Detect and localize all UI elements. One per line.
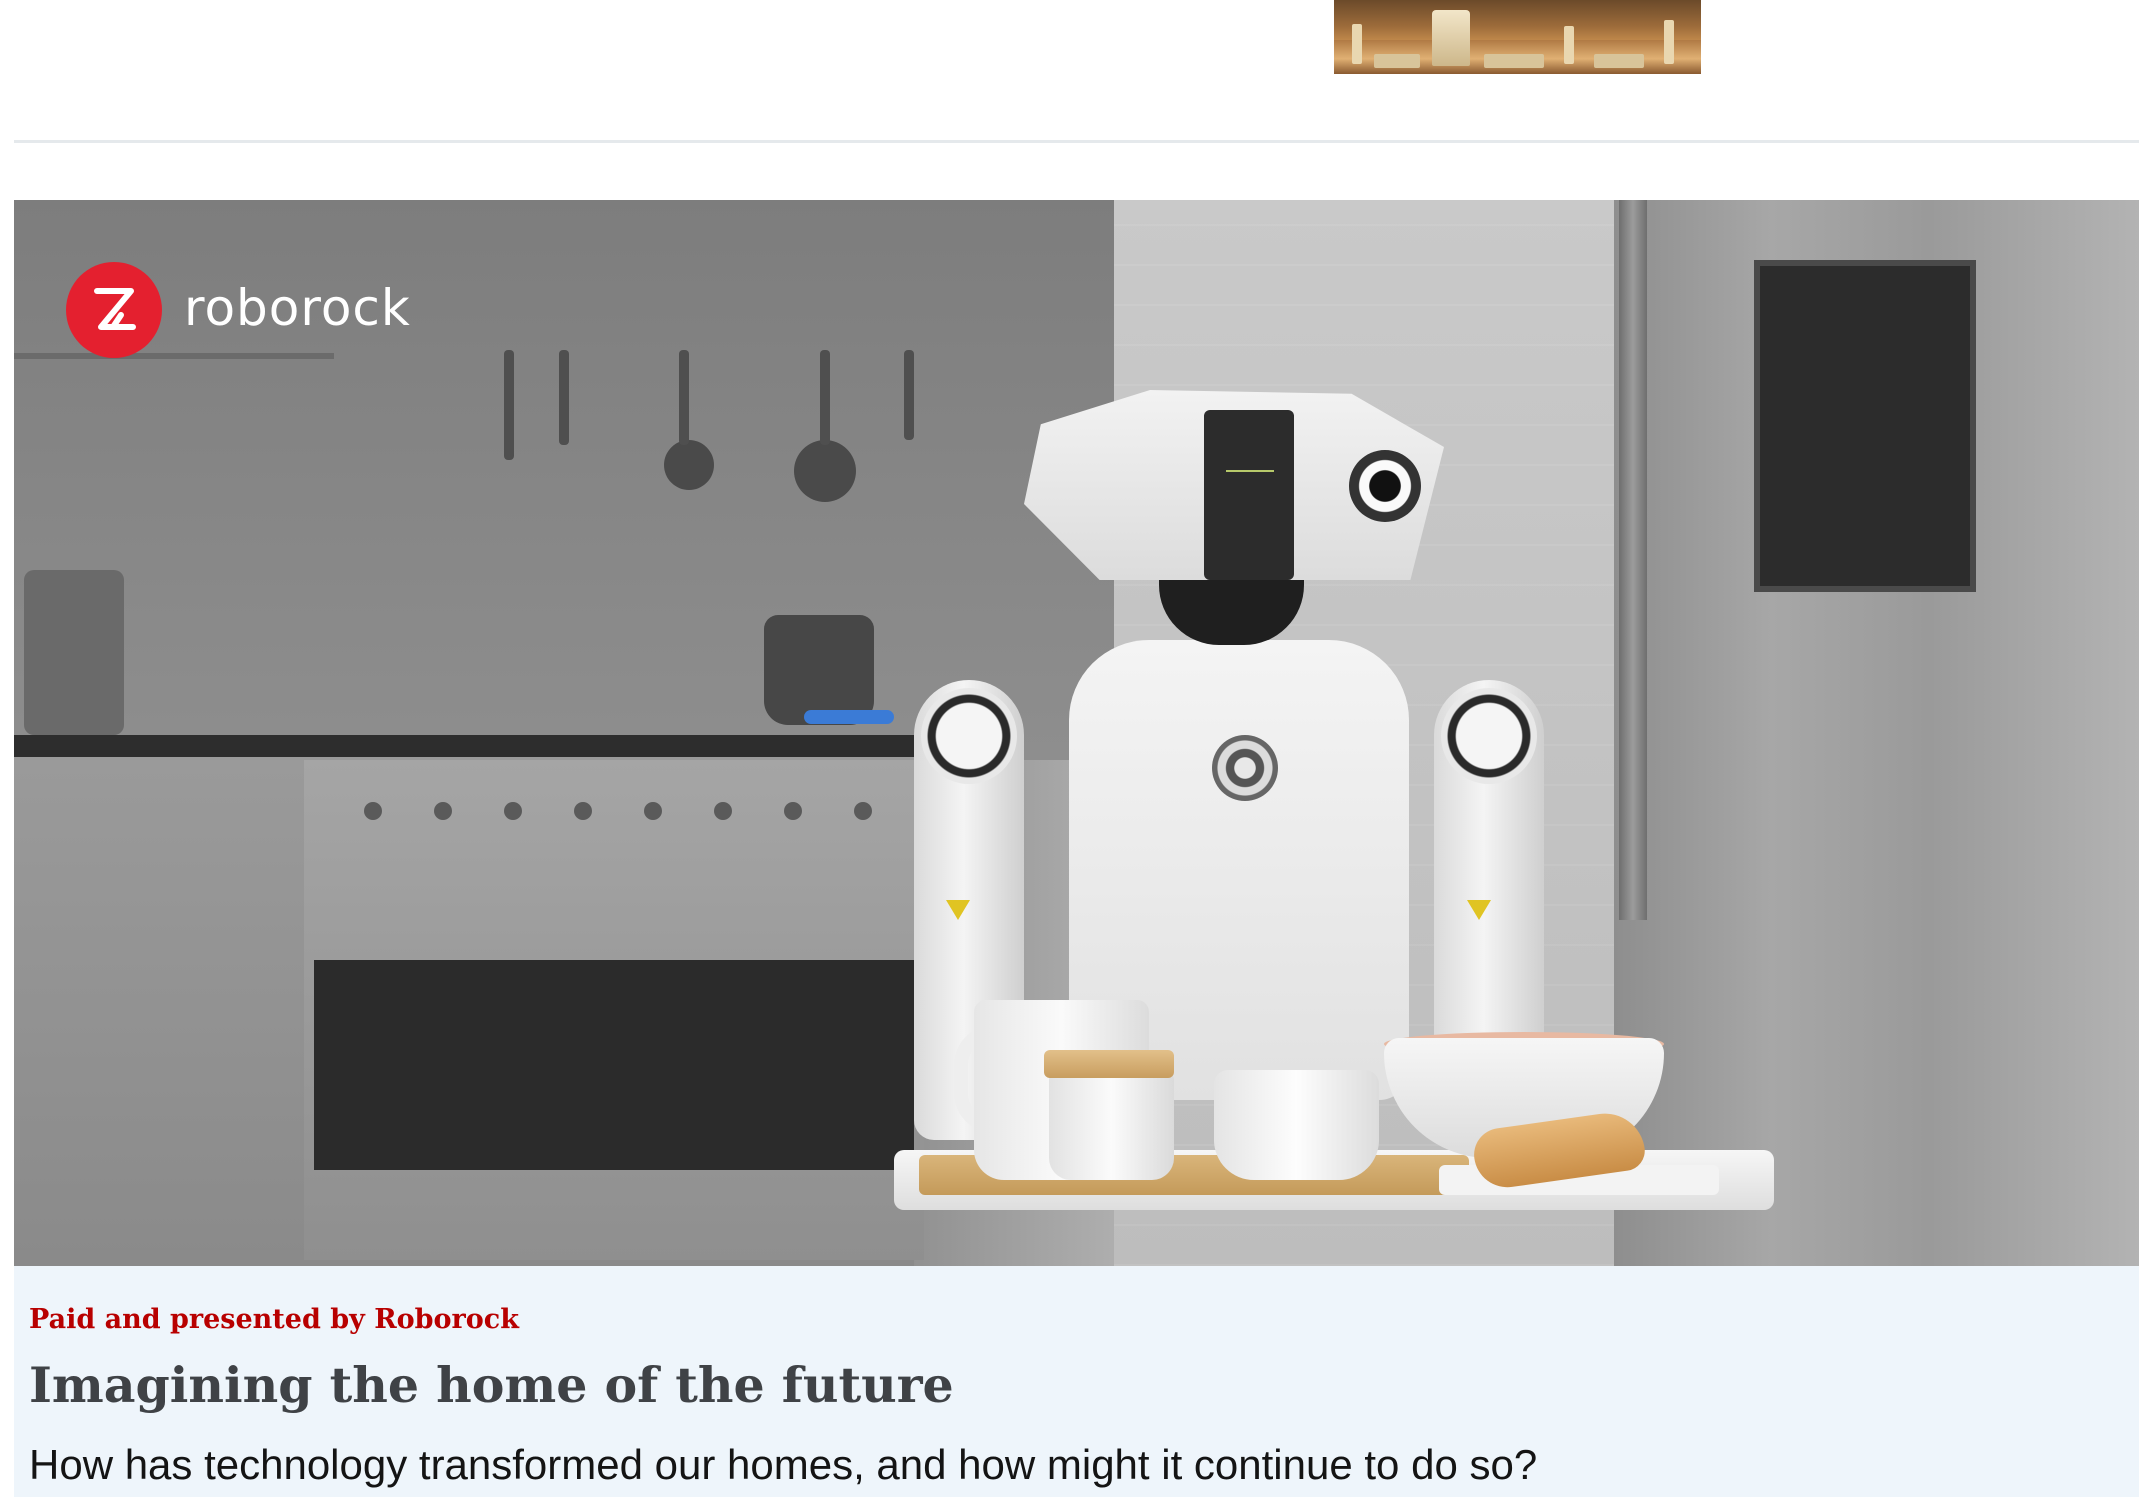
robot-visor — [1204, 410, 1294, 580]
oven-knob — [854, 802, 872, 820]
top-ad-thumbnail[interactable] — [1334, 0, 1701, 74]
section-divider — [14, 140, 2139, 143]
robot-camera-eye — [1349, 450, 1421, 522]
oven-knob — [574, 802, 592, 820]
warning-label-icon — [1467, 900, 1491, 920]
robot-visor-light — [1226, 470, 1274, 472]
oven-knob — [364, 802, 382, 820]
hanging-utensil — [504, 350, 514, 460]
sponsored-promo-card[interactable]: roborock Paid and presented by Roborock … — [14, 200, 2139, 1497]
promo-hero-image[interactable]: roborock — [14, 200, 2139, 1266]
promo-headline[interactable]: Imagining the home of the future — [29, 1355, 954, 1416]
ad-cake-tower — [1432, 10, 1470, 66]
oven-knob — [644, 802, 662, 820]
roborock-glyph-icon — [94, 288, 136, 330]
robot-right-shoulder — [1441, 688, 1537, 784]
ad-bench — [1594, 54, 1644, 68]
ad-chair — [1352, 24, 1362, 64]
ad-bench — [1484, 54, 1544, 68]
fridge-dispenser — [1754, 260, 1976, 592]
promo-summary: How has technology transformed our homes… — [29, 1441, 1538, 1488]
oven-knob — [714, 802, 732, 820]
robot-left-shoulder — [921, 688, 1017, 784]
warning-label-icon — [946, 900, 970, 920]
hanging-utensil — [820, 350, 830, 445]
oven-knob — [504, 802, 522, 820]
brand-logo: roborock — [66, 262, 411, 358]
oven-knob — [434, 802, 452, 820]
sugar-jar-lid — [1044, 1050, 1174, 1078]
ad-chair — [1564, 26, 1574, 64]
hanging-pan — [794, 440, 856, 502]
brand-name: roborock — [184, 279, 411, 337]
ad-bench — [1374, 54, 1420, 68]
robot-chest-emblem-icon — [1212, 735, 1278, 801]
oven-knob — [784, 802, 802, 820]
kitchen-canister — [24, 570, 124, 735]
hanging-utensil — [559, 350, 569, 445]
stove-indicator — [804, 710, 894, 724]
cooking-pot — [764, 615, 874, 725]
hanging-utensil — [904, 350, 914, 440]
fridge-handle — [1619, 200, 1647, 920]
countertop — [14, 735, 914, 757]
sponsor-label: Paid and presented by Roborock — [29, 1304, 519, 1335]
brand-mark-icon — [66, 262, 162, 358]
hanging-ladle — [664, 440, 714, 490]
sugar-jar — [1049, 1075, 1174, 1180]
hanging-utensil — [679, 350, 689, 445]
ad-chair — [1664, 20, 1674, 64]
milk-jug — [1214, 1070, 1379, 1180]
oven-door — [314, 960, 914, 1170]
